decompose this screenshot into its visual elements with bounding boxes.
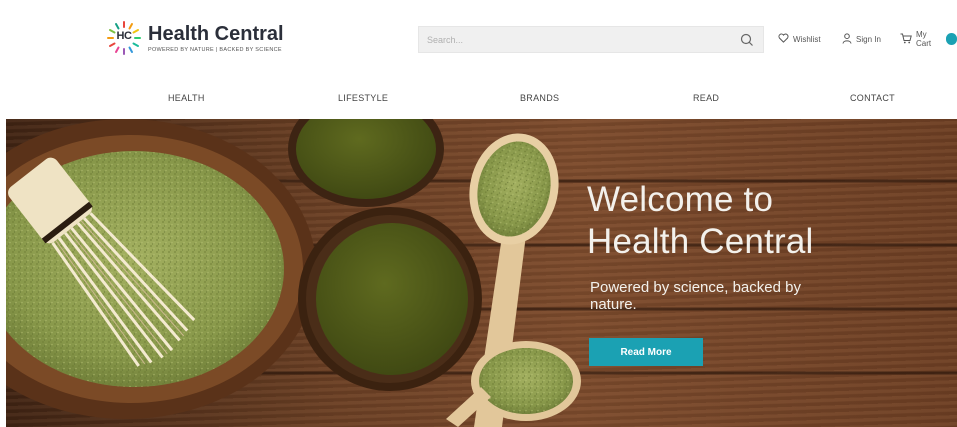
wishlist-label: Wishlist (793, 34, 821, 44)
nav-item-lifestyle[interactable]: LIFESTYLE (338, 93, 388, 103)
heart-icon (778, 33, 793, 45)
read-more-button[interactable]: Read More (589, 338, 703, 366)
nav-item-health[interactable]: HEALTH (168, 93, 205, 103)
nav-item-read[interactable]: READ (693, 93, 719, 103)
hero-title-line-2: Health Central (587, 222, 814, 261)
cart-icon (900, 33, 916, 46)
search-bar (418, 26, 764, 53)
hero-matcha-image (6, 119, 581, 427)
site-header: HC Health Central POWERED BY NATURE | BA… (0, 0, 957, 80)
logo[interactable]: HC Health Central POWERED BY NATURE | BA… (106, 16, 284, 60)
logo-mark-icon: HC (106, 20, 142, 56)
brand-tagline: POWERED BY NATURE | BACKED BY SCIENCE (148, 46, 282, 53)
brand-name: Health Central (148, 22, 284, 45)
nav-item-brands[interactable]: BRANDS (520, 93, 559, 103)
hero-banner: Welcome to Health Central Powered by sci… (6, 119, 957, 427)
search-input[interactable] (419, 27, 727, 52)
sign-in-label: Sign In (856, 34, 881, 44)
main-nav: HEALTH LIFESTYLE BRANDS READ CONTACT (0, 80, 957, 118)
hero-title-line-1: Welcome to (587, 180, 774, 219)
user-icon (842, 32, 856, 46)
cart-count-badge (945, 33, 957, 45)
cart-link[interactable]: My Cart (900, 30, 957, 48)
sign-in-link[interactable]: Sign In (842, 30, 881, 48)
cart-label: My Cart (916, 30, 932, 48)
hero-subtitle: Powered by science, backed by nature. (590, 279, 801, 313)
nav-item-contact[interactable]: CONTACT (850, 93, 895, 103)
logo-initials: HC (116, 30, 132, 42)
wishlist-link[interactable]: Wishlist (778, 30, 821, 48)
search-icon[interactable] (739, 32, 755, 48)
hero-title: Welcome to Health Central (587, 179, 814, 263)
